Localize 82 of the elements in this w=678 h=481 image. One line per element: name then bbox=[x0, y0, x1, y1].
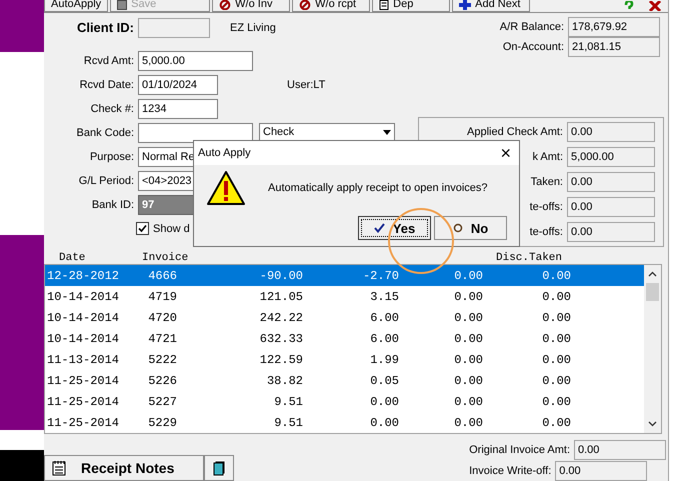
table-cell-text: 0.00 bbox=[541, 374, 571, 388]
table-cell-text: 0.00 bbox=[453, 290, 483, 304]
table-cell-text: 0.00 bbox=[453, 394, 483, 408]
table-cell-text: 5229 bbox=[147, 416, 178, 430]
table-cell-text: 242.22 bbox=[258, 310, 303, 324]
table-cell-text: -2.70 bbox=[362, 268, 399, 282]
total-field: 0.00 bbox=[567, 222, 655, 242]
table-cell-text: 5226 bbox=[147, 374, 178, 388]
user-label: User:LT bbox=[287, 78, 326, 91]
invoice-field-label: Invoice Write-off: bbox=[469, 465, 552, 477]
column-header: Invoice bbox=[142, 252, 188, 264]
checkbox-label: Show d bbox=[153, 222, 190, 235]
total-label: te-offs: bbox=[530, 226, 564, 238]
table-cell-text: 6.00 bbox=[369, 332, 399, 346]
column-header: Date bbox=[59, 252, 86, 264]
table-cell-text: 0.00 bbox=[369, 394, 399, 408]
table-cell-text: 0.00 bbox=[453, 416, 483, 430]
total-label: te-offs: bbox=[530, 200, 564, 213]
table-cell-text: 0.00 bbox=[541, 394, 571, 408]
invoice-field: 0.00 bbox=[555, 461, 648, 481]
table-cell-text: 0.05 bbox=[369, 374, 399, 388]
table-cell-text: 10-14-2014 bbox=[46, 290, 120, 304]
table-cell-text: 0.00 bbox=[541, 332, 571, 346]
table-cell-text: 0.00 bbox=[541, 352, 571, 366]
table-cell-text: 4721 bbox=[147, 332, 178, 346]
client-id-label: Client ID: bbox=[76, 20, 135, 36]
field-label: Rcvd Amt: bbox=[82, 54, 135, 67]
field-label: Check #: bbox=[90, 102, 135, 115]
balance-label: A/R Balance: bbox=[500, 20, 565, 33]
total-field: 5,000.00 bbox=[567, 146, 655, 167]
table-cell-text: 0.00 bbox=[453, 332, 483, 346]
column-header: Disc.Taken bbox=[496, 252, 562, 264]
table-cell-text: 0.00 bbox=[453, 352, 483, 366]
table-cell-text: 0.00 bbox=[541, 268, 571, 282]
total-field: 0.00 bbox=[567, 172, 655, 192]
field-label: Purpose: bbox=[88, 150, 135, 163]
field-label: G/L Period: bbox=[78, 174, 135, 187]
table-cell-text: 12-28-2012 bbox=[46, 268, 120, 282]
table-cell-text: 4666 bbox=[147, 268, 178, 282]
table-cell-text: 9.51 bbox=[273, 394, 303, 408]
table-cell-text: 0.00 bbox=[541, 416, 571, 430]
table-cell-text: 4720 bbox=[147, 310, 178, 324]
table-cell-text: 0.00 bbox=[541, 310, 571, 324]
dialog-message: Automatically apply receipt to open invoices? bbox=[268, 182, 488, 194]
table-cell-text: 5227 bbox=[147, 394, 178, 408]
field-label: Rcvd Date: bbox=[78, 78, 135, 91]
client-name: EZ Living bbox=[230, 22, 276, 34]
table-cell-text: 11-25-2014 bbox=[46, 416, 120, 430]
dialog-title: Auto Apply bbox=[198, 147, 251, 159]
table-cell-text: 0.00 bbox=[541, 290, 571, 304]
table-cell-text: 0.00 bbox=[453, 268, 483, 282]
total-field: 0.00 bbox=[567, 122, 655, 142]
invoice-field: 0.00 bbox=[574, 440, 666, 460]
invoice-field-label: Original Invoice Amt: bbox=[469, 444, 571, 456]
table-cell-text: 4719 bbox=[147, 290, 178, 304]
table-cell-text: 5222 bbox=[147, 352, 178, 366]
balance-field: 21,081.15 bbox=[568, 36, 660, 57]
table-cell-text: 6.00 bbox=[369, 310, 399, 324]
table-cell-text: 0.00 bbox=[453, 374, 483, 388]
table-cell-text: 11-13-2014 bbox=[46, 352, 120, 366]
table-cell-text: 3.15 bbox=[369, 290, 399, 304]
table-cell-text: 0.00 bbox=[369, 416, 399, 430]
balance-label: On-Account: bbox=[502, 40, 565, 53]
table-cell-text: -90.00 bbox=[258, 268, 303, 282]
table-cell-text: 0.00 bbox=[453, 310, 483, 324]
table-cell-text: 9.51 bbox=[273, 416, 303, 430]
table-cell-text: 11-25-2014 bbox=[46, 394, 120, 408]
total-label: k Amt: bbox=[532, 150, 564, 163]
table-cell-text: 121.05 bbox=[258, 290, 303, 304]
total-label: Taken: bbox=[530, 176, 564, 188]
field-label: Bank ID: bbox=[90, 198, 135, 211]
table-cell-text: 11-25-2014 bbox=[46, 374, 120, 388]
field-label: Bank Code: bbox=[76, 126, 135, 139]
table-cell-text: 10-14-2014 bbox=[46, 332, 120, 346]
table-cell-text: 38.82 bbox=[266, 374, 303, 388]
total-field: 0.00 bbox=[567, 196, 655, 217]
balance-field: 178,679.92 bbox=[568, 16, 660, 37]
table-cell-text: 1.99 bbox=[369, 352, 399, 366]
total-label: Applied Check Amt: bbox=[467, 126, 564, 138]
table-cell-text: 10-14-2014 bbox=[46, 310, 120, 324]
table-cell-text: 122.59 bbox=[258, 352, 303, 366]
table-cell-text: 632.33 bbox=[258, 332, 303, 346]
